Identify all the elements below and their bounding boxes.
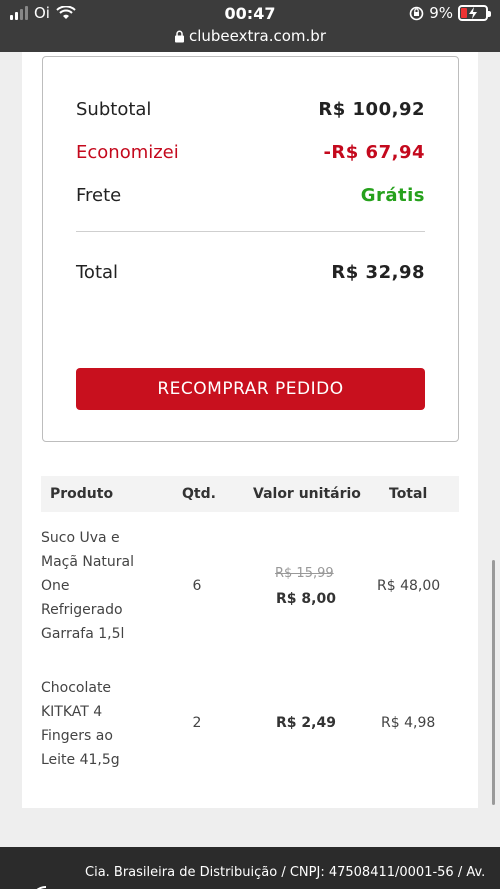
header-total: Total xyxy=(389,486,428,502)
subtotal-label: Subtotal xyxy=(76,99,152,120)
total-value: R$ 32,98 xyxy=(331,262,425,283)
product-name-line: Leite 41,5g xyxy=(41,752,120,768)
summary-divider xyxy=(76,231,425,232)
company-logo-icon: CBD xyxy=(37,885,47,889)
product-name-line: Refrigerado xyxy=(41,602,123,618)
lock-icon xyxy=(174,30,184,43)
subtotal-value: R$ 100,92 xyxy=(318,99,425,120)
row-total: R$ 48,00 xyxy=(377,578,441,594)
status-right: 9% xyxy=(409,4,491,22)
shipping-row: Frete Grátis xyxy=(76,185,425,206)
order-summary-card: Subtotal R$ 100,92 Economizei -R$ 67,94 … xyxy=(42,56,459,442)
subtotal-row: Subtotal R$ 100,92 xyxy=(76,99,425,120)
table-row-qty: 6 xyxy=(192,578,202,594)
table-row-product: Suco Uva e Maçã Natural One Refrigerado … xyxy=(41,526,161,646)
battery-icon xyxy=(458,5,491,21)
header-product: Produto xyxy=(50,486,114,502)
product-name-line: Fingers ao xyxy=(41,728,113,744)
header-qty: Qtd. xyxy=(182,486,216,502)
items-table-header: Produto Qtd. Valor unitário Total xyxy=(41,476,459,512)
footer-company-info: Cia. Brasileira de Distribuição / CNPJ: … xyxy=(85,865,486,880)
product-name-line: Garrafa 1,5l xyxy=(41,626,125,642)
footer: CBD Cia. Brasileira de Distribuição / CN… xyxy=(0,847,500,889)
url-text: clubeextra.com.br xyxy=(188,27,326,45)
header-unit-price: Valor unitário xyxy=(253,486,361,502)
shipping-value: Grátis xyxy=(360,185,425,206)
status-bar: Oi 00:47 9% clubeextra.com.br xyxy=(0,0,500,52)
order-page: Subtotal R$ 100,92 Economizei -R$ 67,94 … xyxy=(22,52,478,808)
savings-row: Economizei -R$ 67,94 xyxy=(76,142,425,163)
orientation-lock-icon xyxy=(409,6,424,20)
scrollbar[interactable] xyxy=(492,560,495,805)
product-name-line: Suco Uva e xyxy=(41,530,120,546)
table-row-product: Chocolate KITKAT 4 Fingers ao Leite 41,5… xyxy=(41,676,161,772)
savings-label: Economizei xyxy=(76,142,179,163)
table-row-qty: 2 xyxy=(192,715,202,731)
old-price: R$ 15,99 xyxy=(275,566,334,581)
product-name-line: KITKAT 4 xyxy=(41,704,103,720)
battery-percent: 9% xyxy=(429,4,453,22)
product-name-line: Maçã Natural xyxy=(41,554,135,570)
unit-price: R$ 2,49 xyxy=(276,715,336,731)
url-bar[interactable]: clubeextra.com.br xyxy=(0,27,500,45)
savings-value: -R$ 67,94 xyxy=(323,142,425,163)
total-row: Total R$ 32,98 xyxy=(76,262,425,283)
unit-price: R$ 8,00 xyxy=(276,591,336,607)
shipping-label: Frete xyxy=(76,185,122,206)
product-name-line: One xyxy=(41,578,70,594)
rebuy-order-button[interactable]: RECOMPRAR PEDIDO xyxy=(76,368,425,410)
row-total: R$ 4,98 xyxy=(381,715,436,731)
total-label: Total xyxy=(76,262,119,283)
product-name-line: Chocolate xyxy=(41,680,112,696)
